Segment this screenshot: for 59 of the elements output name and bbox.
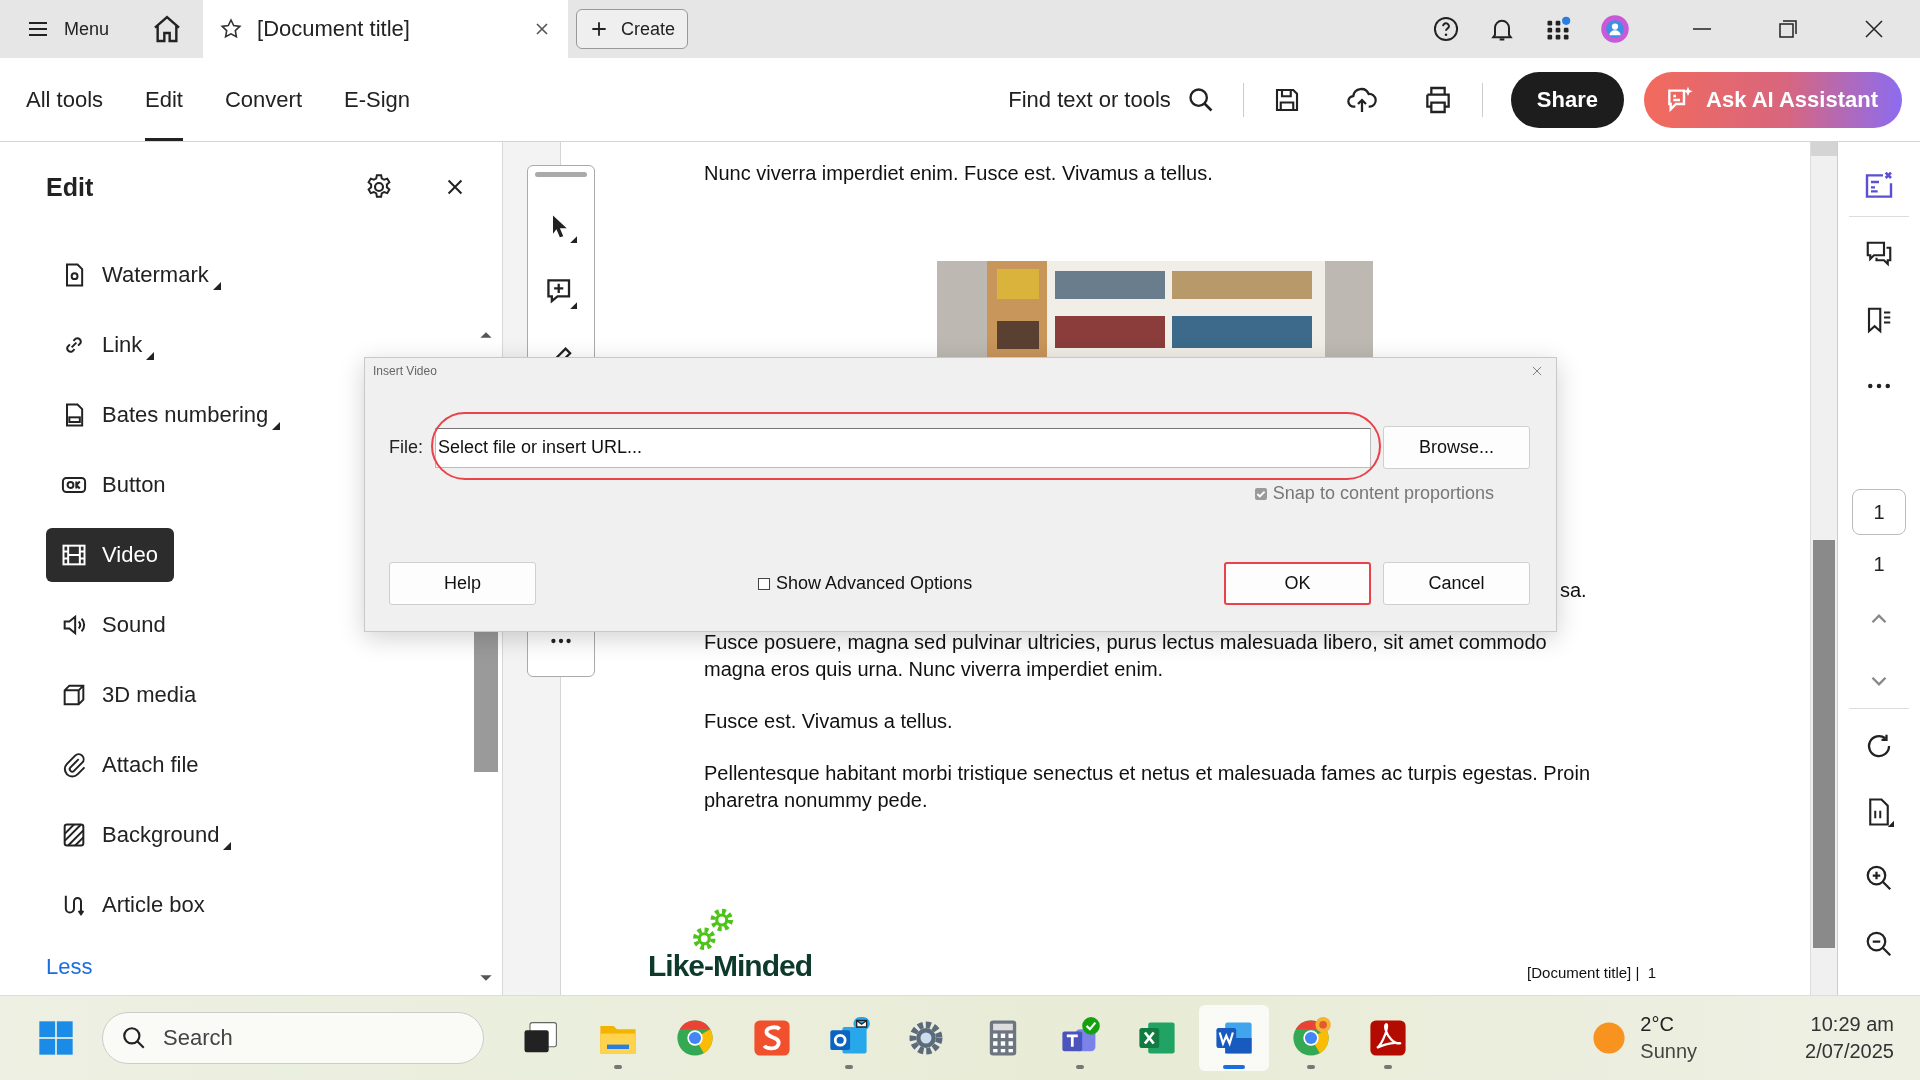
temperature: 2°C (1640, 1012, 1675, 1037)
tool-item[interactable]: Sound (46, 598, 182, 652)
tool-item[interactable]: Background (46, 808, 236, 862)
restore-icon[interactable] (1776, 17, 1800, 41)
clock-time: 10:29 am (1810, 1012, 1894, 1037)
star-icon[interactable] (219, 17, 244, 41)
scrollbar-thumb[interactable] (1813, 540, 1835, 948)
paragraph: sa. (1560, 578, 1587, 603)
paragraph: Nunc viverra imperdiet enim. Fusce est. Vivamus a tellus. (704, 161, 1214, 186)
tool-item[interactable]: 3D media (46, 668, 213, 722)
toolbar-tab[interactable]: All tools (26, 58, 104, 141)
search-icon (1186, 85, 1215, 114)
page-number-field[interactable]: 1 (1852, 489, 1906, 536)
dialog-button[interactable]: OK (1224, 562, 1371, 605)
search-icon (121, 1025, 147, 1051)
find-button[interactable]: Find text or tools (1008, 85, 1215, 114)
toolbar-tab[interactable]: Edit (145, 58, 183, 141)
dialog-button[interactable]: Help (389, 562, 536, 605)
file-label: File: (389, 437, 423, 458)
zoom-in-icon[interactable] (1864, 863, 1894, 893)
advanced-options-checkbox[interactable]: Show Advanced Options (758, 573, 973, 594)
document-tab[interactable]: [Document title] (203, 0, 569, 58)
paragraph: Fusce est. Vivamus a tellus. (704, 709, 954, 734)
help-icon[interactable] (1432, 15, 1460, 43)
search-input[interactable]: Search (161, 1024, 365, 1052)
dialog-button[interactable]: Cancel (1383, 562, 1530, 605)
logo-text: Like-Minded (648, 949, 812, 983)
tool-item[interactable]: Video (46, 528, 174, 582)
page-count: 1 (1873, 553, 1885, 577)
add-comment-icon[interactable] (545, 277, 577, 309)
avatar-icon[interactable] (1600, 14, 1630, 44)
search-field[interactable]: Search (102, 1012, 484, 1064)
dialog-title: Insert Video (373, 364, 438, 378)
sun-icon (1592, 1021, 1627, 1055)
weather-condition: Sunny (1640, 1039, 1697, 1064)
tool-item[interactable]: Watermark (46, 248, 225, 302)
paragraph: Pellentesque habitant morbi tristique senectus et netus et malesuada fames ac turpis egestas. Proin pharetra nonummy pede. (704, 761, 1592, 813)
toolbar-tab[interactable]: E-Sign (344, 58, 411, 141)
browse-button[interactable]: Browse... (1383, 426, 1530, 469)
less-link[interactable]: Less (46, 954, 93, 980)
page-footer: [Document title] | 1 (1527, 964, 1656, 981)
clock-date: 2/07/2025 (1805, 1039, 1894, 1064)
document-title: [Document title] (257, 16, 411, 42)
tool-item[interactable]: Attach file (46, 738, 215, 792)
toolbar-tab[interactable]: Convert (224, 58, 302, 141)
tool-item[interactable]: Article box (46, 878, 221, 932)
zoom-out-icon[interactable] (1864, 929, 1894, 959)
panel-title: Edit (46, 172, 95, 202)
create-button[interactable]: Create (576, 9, 689, 49)
tool-item[interactable]: Button (46, 458, 182, 512)
share-button[interactable]: Share (1510, 71, 1624, 128)
taskbar-app[interactable] (1199, 1005, 1269, 1071)
start-icon[interactable] (36, 1018, 76, 1058)
paragraph: Fusce posuere, magna sed pulvinar ultricies, purus lectus malesuada libero, sit amet commodo magna eros quis urna. Nunc viverra imperdiet enim. (704, 630, 1548, 682)
more-icon[interactable] (548, 636, 574, 646)
tool-item[interactable]: Bates numbering (46, 388, 285, 442)
file-field[interactable]: Select file or insert URL... (435, 427, 1371, 468)
tool-item[interactable]: Link (46, 318, 159, 372)
menu-button[interactable]: Menu (26, 17, 110, 41)
